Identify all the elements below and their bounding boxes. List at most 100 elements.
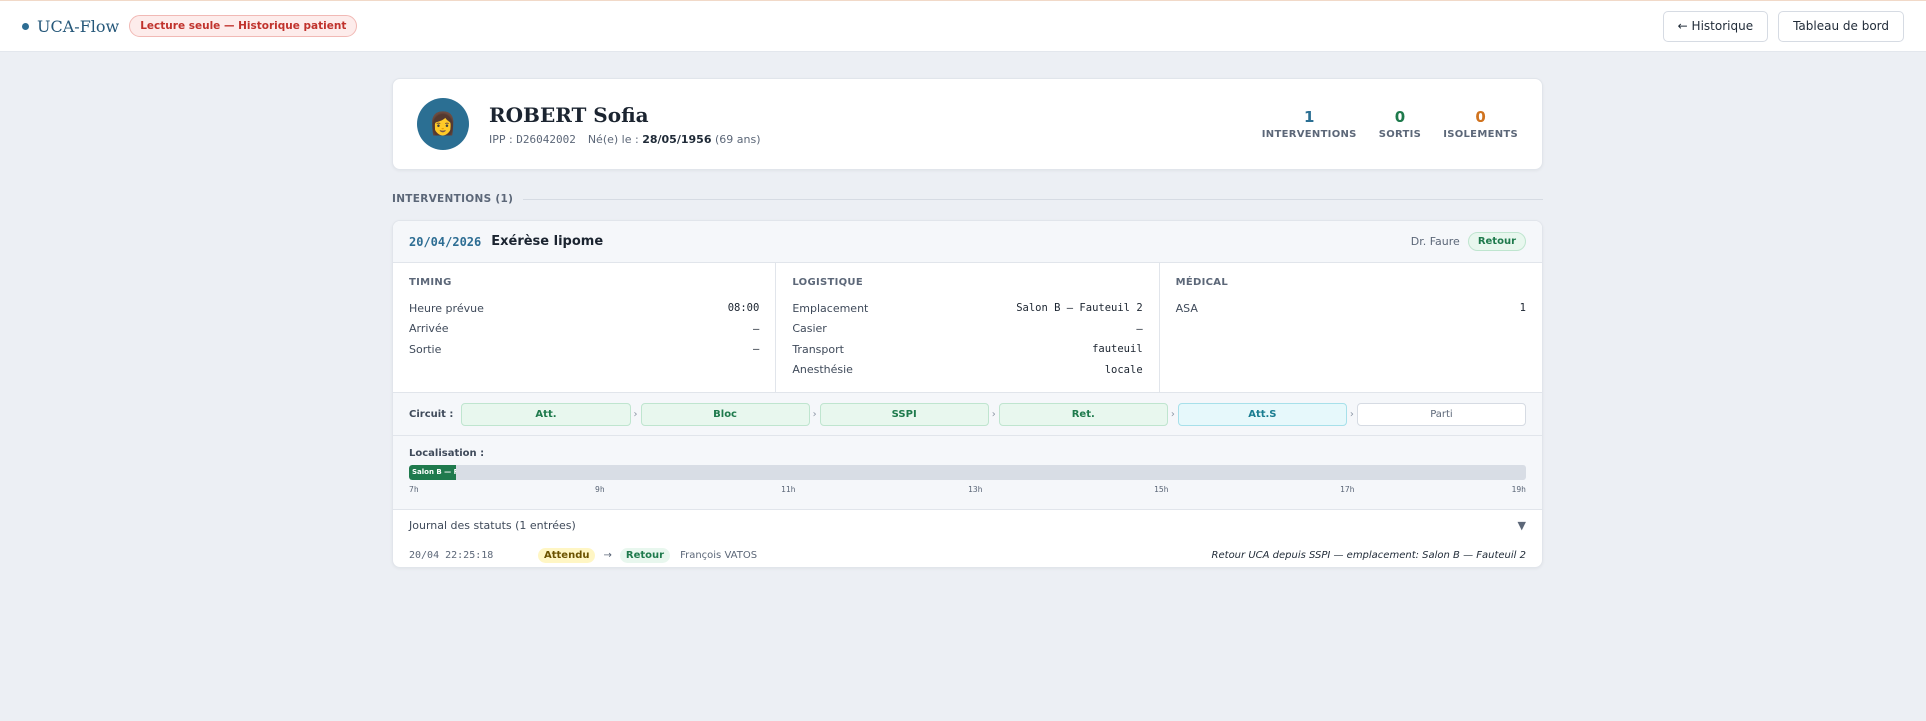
patient-age: (69 ans) (714, 132, 761, 146)
brand[interactable]: UCA-Flow (22, 17, 119, 36)
stat-interventions-label: INTERVENTIONS (1261, 128, 1357, 140)
history-button[interactable]: ← Historique (1662, 10, 1769, 42)
logistique-title: LOGISTIQUE (792, 277, 863, 288)
stat-interventions-value: 1 (1304, 107, 1315, 126)
circuit-separator: › (812, 408, 817, 420)
status-badge: Retour (1467, 232, 1526, 251)
circuit-step-ret: Ret. (998, 402, 1168, 426)
dob-value: 28/05/1956 (642, 132, 712, 146)
patient-ipp: IPP : D26042002 (489, 133, 576, 146)
logistique-value: locale (1104, 363, 1143, 376)
stat-sortis: 0 SORTIS (1379, 109, 1422, 140)
medical-value: 1 (1519, 302, 1526, 315)
stat-interventions: 1 INTERVENTIONS (1262, 109, 1357, 140)
journal-entry-time: 20/04 22:25:18 (409, 549, 494, 561)
patient-info: ROBERT Sofia IPP : D26042002 Né(e) le : … (489, 103, 761, 146)
timing-label: Sortie (409, 342, 442, 356)
patient-dob: Né(e) le : 28/05/1956 (69 ans) (588, 133, 761, 146)
chevron-down-icon[interactable]: ▼ (1518, 519, 1526, 532)
logistique-row: Emplacement Salon B — Fauteuil 2 (792, 298, 1142, 319)
patient-avatar: 👩 (417, 98, 469, 150)
circuit-separator: › (1170, 408, 1175, 420)
patient-card: 👩 ROBERT Sofia IPP : D26042002 Né(e) le … (392, 78, 1543, 170)
logistique-value: — (1136, 322, 1143, 335)
logistique-label: Transport (792, 342, 844, 356)
stat-isolements-label: ISOLEMENTS (1443, 128, 1518, 140)
timing-value: 08:00 (727, 302, 760, 315)
medical-label: ASA (1175, 301, 1198, 315)
top-actions: ← Historique Tableau de bord (1662, 10, 1904, 42)
timeline-tick: 13h (968, 485, 983, 494)
timeline-ticks: 7h 9h 11h 13h 15h 17h 19h (409, 483, 1526, 497)
medical-title: MÉDICAL (1175, 277, 1229, 288)
timing-row: Sortie — (409, 339, 759, 360)
logistique-label: Anesthésie (792, 363, 853, 377)
journal-entry-note: Retour UCA depuis SSPI — emplacement: Sa… (1211, 549, 1526, 561)
arrow-right-icon: → (603, 549, 612, 561)
journal-toggle-header[interactable]: Journal des statuts (1 entrées) ▼ (409, 510, 1526, 540)
intervention-title: Exérèse lipome (491, 234, 604, 249)
logistique-value: fauteuil (1092, 343, 1143, 356)
top-bar: UCA-Flow Lecture seule — Historique pati… (0, 0, 1926, 52)
timing-column: TIMING Heure prévue 08:00 Arrivée — Sortie… (393, 263, 777, 392)
circuit-bar: Circuit : Att. › Bloc › SSPI › Ret. › At… (393, 393, 1542, 436)
circuit-separator: › (991, 408, 996, 420)
journal-from-status: Attendu (538, 547, 596, 563)
dashboard-button[interactable]: Tableau de bord (1778, 10, 1904, 42)
circuit-separator: › (633, 408, 638, 420)
timeline-tick: 17h (1340, 485, 1355, 494)
circuit-step-att: Att. (461, 402, 631, 426)
timing-title: TIMING (409, 277, 452, 288)
interventions-section-title: INTERVENTIONS (1) (392, 193, 514, 205)
timeline-tick: 11h (781, 485, 796, 494)
intervention-date: 20/04/2026 (409, 234, 482, 249)
timing-label: Heure prévue (409, 301, 484, 315)
timeline-tick: 9h (595, 485, 605, 494)
localisation-label: Localisation : (409, 448, 485, 459)
stat-isolements-value: 0 (1475, 107, 1486, 126)
logistique-row: Transport fauteuil (792, 339, 1142, 360)
patient-name: ROBERT Sofia (489, 102, 649, 127)
timeline-tick: 19h (1511, 485, 1526, 494)
intervention-card: 20/04/2026 Exérèse lipome Dr. Faure Reto… (392, 220, 1543, 568)
patient-meta: IPP : D26042002 Né(e) le : 28/05/1956 (6… (489, 133, 761, 146)
logistique-value: Salon B — Fauteuil 2 (1016, 302, 1143, 315)
brand-name: UCA-Flow (37, 16, 120, 36)
logistique-row: Casier — (792, 319, 1142, 340)
circuit-label: Circuit : (409, 408, 454, 420)
stat-isolements: 0 ISOLEMENTS (1443, 109, 1518, 140)
journal-to-status: Retour (619, 547, 671, 563)
timing-value: — (753, 343, 760, 356)
circuit-step-sspi: SSPI (819, 402, 989, 426)
section-divider (523, 198, 1543, 200)
readonly-badge: Lecture seule — Historique patient (129, 15, 358, 37)
timing-row: Heure prévue 08:00 (409, 298, 759, 319)
timing-value: — (753, 322, 760, 335)
timeline-tick: 15h (1154, 485, 1169, 494)
timing-label: Arrivée (409, 322, 449, 336)
stat-sortis-label: SORTIS (1378, 128, 1422, 140)
timeline-tick: 7h (409, 485, 419, 494)
circuit-steps: Att. › Bloc › SSPI › Ret. › Att.S › Part… (461, 402, 1526, 426)
medical-row: ASA 1 (1176, 298, 1526, 319)
stat-sortis-value: 0 (1394, 107, 1406, 126)
medical-column: MÉDICAL ASA 1 (1160, 263, 1542, 392)
ipp-label: IPP : (489, 132, 513, 146)
localisation-section: Localisation : Salon B — Fauteuil 2 7h 9… (393, 436, 1542, 510)
circuit-step-bloc: Bloc (640, 402, 810, 426)
logistique-label: Casier (792, 322, 827, 336)
intervention-doctor: Dr. Faure (1410, 235, 1460, 248)
brand-dot-icon (22, 22, 29, 30)
circuit-separator: › (1349, 408, 1354, 420)
circuit-step-att-s: Att.S (1177, 402, 1347, 426)
journal-section: Journal des statuts (1 entrées) ▼ 20/04 … (393, 510, 1542, 567)
localisation-timeline: Salon B — Fauteuil 2 (409, 465, 1526, 480)
journal-title: Journal des statuts (1 entrées) (409, 518, 576, 532)
patient-avatar-icon: 👩 (429, 111, 457, 137)
intervention-header[interactable]: 20/04/2026 Exérèse lipome Dr. Faure Reto… (393, 221, 1542, 263)
logistique-column: LOGISTIQUE Emplacement Salon B — Fauteuil… (776, 263, 1160, 392)
patient-stats: 1 INTERVENTIONS 0 SORTIS 0 ISOLEMENTS (1262, 109, 1518, 140)
localisation-segment[interactable]: Salon B — Fauteuil 2 (409, 465, 456, 480)
timing-row: Arrivée — (409, 319, 759, 340)
circuit-step-parti: Parti (1356, 402, 1526, 426)
